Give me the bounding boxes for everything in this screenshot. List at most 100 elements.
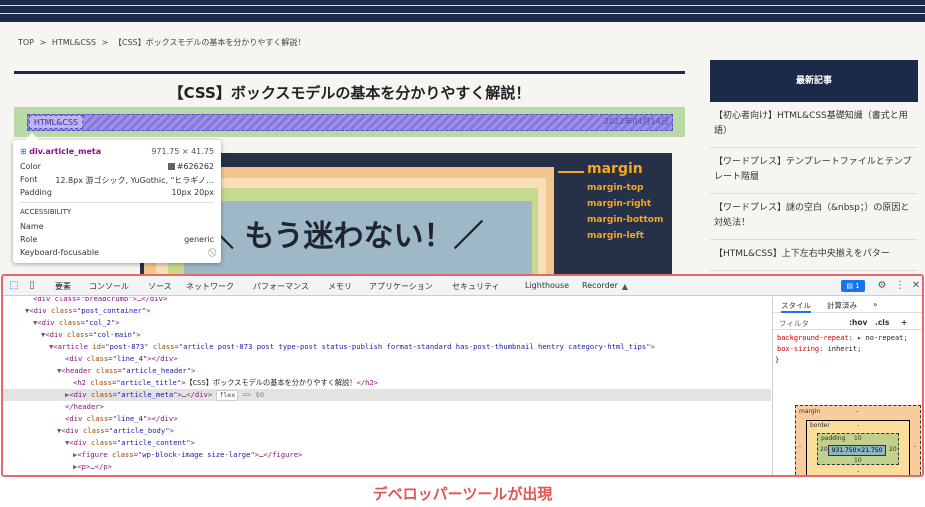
gear-icon[interactable]: ⚙ [875, 279, 889, 293]
box-model-diagram: margin - - - - border - - padding 10 20 … [795, 405, 921, 475]
device-toolbar-icon[interactable]: ▯ [25, 279, 39, 293]
tooltip-selector: div.article_meta [29, 147, 102, 156]
accessibility-heading: ACCESSIBILITY [20, 208, 72, 216]
breadcrumb-top[interactable]: TOP [18, 38, 34, 47]
tooltip-value: 10px 20px [171, 188, 214, 197]
dom-node[interactable]: ▼<div class="article_body"> [3, 425, 771, 437]
sidebar-post-link[interactable]: 【初心者向け】HTML&CSS基礎知識（書式と用語） [710, 102, 918, 148]
issues-badge[interactable]: ▤ 1 [841, 280, 865, 292]
dom-node[interactable]: ▼<div class="post_container"> [3, 305, 771, 317]
sidebar-recent-posts: 最新記事 【初心者向け】HTML&CSS基礎知識（書式と用語） 【ワードプレス】… [710, 60, 918, 271]
bm-border-box: border - - padding 10 20 20 10 931.750×2… [806, 420, 910, 475]
tooltip-label: Keyboard-focusable [20, 248, 99, 257]
dom-node[interactable]: </header> [3, 401, 771, 413]
tooltip-label: Font [20, 175, 38, 184]
dom-tree[interactable]: ⋯ <div class="breadcrumb">…</div>▼<div c… [3, 297, 771, 475]
dom-node[interactable]: ▼<header class="article_header"> [3, 365, 771, 377]
tab-memory[interactable]: メモリ [328, 281, 352, 292]
dom-node[interactable]: <div class="line_4"></div> [3, 353, 771, 365]
css-declaration[interactable]: box-sizing: inherit; [777, 345, 861, 353]
more-options-icon[interactable]: ⋮ [893, 279, 907, 293]
inspect-element-icon[interactable]: ⬚ [7, 279, 21, 293]
more-tabs-icon[interactable]: » [873, 300, 878, 309]
devtools-tab-bar: ⬚ ▯ 要素 コンソール ソース ネットワーク パフォーマンス メモリ アプリケ… [3, 276, 922, 296]
cls-button[interactable]: .cls [875, 318, 889, 327]
dom-node[interactable]: <div class="breadcrumb">…</div> [3, 297, 771, 305]
dom-node[interactable]: ▼<article id="post-873" class="article p… [3, 341, 771, 353]
sidebar-post-link[interactable]: 【HTML&CSS】上下左右中央揃えをパター [710, 240, 918, 271]
recorder-flask-icon: ▲ [621, 282, 629, 291]
hero-legend-item: margin-left [587, 231, 644, 241]
tooltip-label: Name [20, 222, 44, 231]
bm-padding-left[interactable]: 20 [820, 446, 828, 453]
bm-border-top[interactable]: - [857, 422, 859, 429]
bm-content-size[interactable]: 931.750×21.750 [828, 445, 886, 456]
devtools-panel: ⬚ ▯ 要素 コンソール ソース ネットワーク パフォーマンス メモリ アプリケ… [1, 274, 924, 477]
dom-node[interactable]: ▶<p>…</p> [3, 461, 771, 473]
breadcrumb-separator: > [101, 38, 109, 47]
color-swatch [167, 163, 175, 170]
title-rule [14, 71, 685, 74]
tooltip-label: Color [20, 162, 41, 171]
sidebar-post-link[interactable]: 【ワードプレス】テンプレートファイルとテンプレート階層 [710, 148, 918, 194]
bm-margin-right[interactable]: - [914, 443, 916, 450]
tab-network[interactable]: ネットワーク [186, 281, 234, 292]
category-badge[interactable]: HTML&CSS [29, 115, 83, 129]
tab-security[interactable]: セキュリティ [452, 281, 500, 292]
dom-node[interactable]: <div class="line_4"></div> [3, 413, 771, 425]
styles-filter-input[interactable]: フィルタ [779, 318, 809, 329]
dom-node[interactable]: ▶<figure class="wp-block-image size-larg… [3, 449, 771, 461]
close-icon[interactable]: ✕ [909, 279, 922, 293]
new-rule-button[interactable]: + [901, 318, 907, 327]
hov-button[interactable]: :hov [849, 318, 867, 327]
tab-performance[interactable]: パフォーマンス [253, 281, 309, 292]
caption: デベロッパーツールが出現 [372, 485, 553, 503]
css-declaration[interactable]: background-repeat: ▸ no-repeat; [777, 334, 908, 342]
hero-legend-item: margin-bottom [587, 215, 664, 225]
bm-padding-bottom[interactable]: 10 [854, 457, 862, 464]
website-viewport: TOP > HTML&CSS > 【CSS】ボックスモデルの基本を分かりやすく解… [0, 0, 925, 275]
css-rule-close: } [775, 356, 780, 364]
tab-elements[interactable]: 要素 [55, 281, 71, 292]
bm-padding-label: padding [821, 435, 846, 442]
dom-node[interactable]: ▼<div class="col_2"> [3, 317, 771, 329]
bm-border-bottom[interactable]: - [857, 468, 859, 475]
breadcrumb: TOP > HTML&CSS > 【CSS】ボックスモデルの基本を分かりやすく解… [18, 37, 308, 48]
styles-filter-bar: フィルタ :hov .cls + [773, 314, 922, 330]
bm-margin-left[interactable]: - [799, 443, 801, 450]
dom-node[interactable]: ▶<div class="article_meta">…</div> flex … [3, 389, 771, 401]
tab-computed[interactable]: 計算済み [827, 300, 857, 311]
post-date: 2022年04月14日 [604, 117, 669, 126]
tab-recorder[interactable]: Recorder [582, 281, 618, 290]
tooltip-value: #626262 [176, 162, 214, 171]
styles-tab-bar: スタイル 計算済み » [773, 297, 922, 313]
dom-node[interactable]: <h2 class="article_title">【CSS】ボックスモデルの基… [3, 377, 771, 389]
article-meta-content-highlight [27, 114, 673, 131]
hero-legend-title: margin [587, 161, 643, 177]
tooltip-label: Role [20, 235, 38, 244]
dom-node[interactable]: ▶<p>…</p> [3, 473, 771, 475]
tab-lighthouse[interactable]: Lighthouse [525, 281, 569, 290]
bm-margin-top[interactable]: - [856, 408, 858, 415]
breadcrumb-current: 【CSS】ボックスモデルの基本を分かりやすく解説！ [113, 38, 306, 47]
tooltip-value: 12.8px 游ゴシック, YuGothic, "ヒラギノ… [55, 176, 214, 185]
dom-node[interactable]: ▼<div class="col-main"> [3, 329, 771, 341]
dom-node[interactable]: ▼<div class="article_content"> [3, 437, 771, 449]
tooltip-dimensions: 971.75 × 41.75 [151, 147, 214, 156]
bm-margin-label: margin [799, 408, 821, 415]
bm-padding-right[interactable]: 20 [889, 446, 897, 453]
hero-headline: ＼ もう迷わない！／ [204, 219, 484, 254]
tab-sources[interactable]: ソース [148, 281, 172, 292]
sidebar-post-link[interactable]: 【ワードプレス】謎の空白（&nbsp；）の原因と対処法！ [710, 194, 918, 240]
tab-application[interactable]: アプリケーション [369, 281, 433, 292]
tab-console[interactable]: コンソール [89, 281, 129, 292]
inspect-tooltip: ⊞ div.article_meta 971.75 × 41.75 Color … [13, 140, 221, 263]
article-title: 【CSS】ボックスモデルの基本を分かりやすく解説！ [168, 84, 531, 102]
tab-styles[interactable]: スタイル [781, 300, 811, 313]
styles-pane: スタイル 計算済み » フィルタ :hov .cls + background-… [772, 297, 922, 475]
site-header-bar [0, 0, 925, 22]
tooltip-value: generic [184, 235, 214, 244]
breadcrumb-category[interactable]: HTML&CSS [52, 38, 96, 47]
breadcrumb-separator: > [39, 38, 47, 47]
bm-padding-top[interactable]: 10 [854, 435, 862, 442]
